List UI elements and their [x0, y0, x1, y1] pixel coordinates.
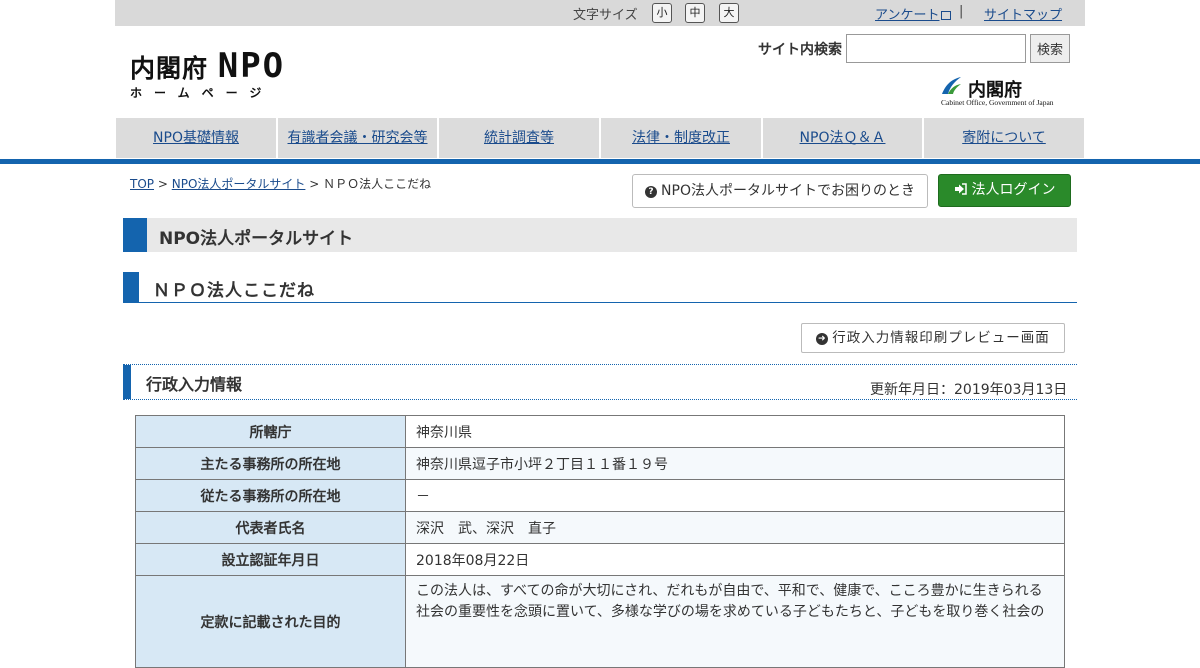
row-value: － — [405, 479, 1065, 512]
breadcrumb-top[interactable]: TOP — [130, 177, 154, 191]
font-size-large-button[interactable]: 大 — [719, 3, 739, 23]
table-row: 主たる事務所の所在地 神奈川県逗子市小坪２丁目１１番１９号 — [135, 447, 1065, 480]
arrow-circle-right-icon: ➜ — [816, 333, 829, 345]
header-divider — [0, 159, 1200, 164]
survey-link[interactable]: アンケート — [875, 4, 952, 23]
font-size-small-button[interactable]: 小 — [652, 3, 672, 23]
row-label: 従たる事務所の所在地 — [135, 479, 406, 512]
search-input[interactable] — [846, 34, 1026, 63]
search-button[interactable]: 検索 — [1030, 34, 1070, 63]
external-link-icon — [941, 11, 952, 20]
row-label: 主たる事務所の所在地 — [135, 447, 406, 480]
row-value: この法人は、すべての命が大切にされ、だれもが自由で、平和で、健康で、こころ豊かに… — [405, 575, 1065, 668]
separator: | — [959, 4, 964, 19]
nav-npo-basics[interactable]: NPO基礎情報 — [116, 118, 276, 158]
table-row: 代表者氏名 深沢 武、深沢 直子 — [135, 511, 1065, 544]
sign-in-icon — [954, 183, 967, 195]
font-size-medium-button[interactable]: 中 — [685, 3, 705, 23]
utility-bar: 文字サイズ 小 中 大 アンケート | サイトマップ — [115, 0, 1085, 26]
breadcrumb: TOP > NPO法人ポータルサイト > ＮＰＯ法人ここだね — [130, 177, 432, 191]
table-row: 所轄庁 神奈川県 — [135, 415, 1065, 448]
row-label: 所轄庁 — [135, 415, 406, 448]
sitemap-link[interactable]: サイトマップ — [984, 4, 1062, 23]
logo-text: 内閣府 — [130, 54, 209, 83]
table-row: 従たる事務所の所在地 － — [135, 479, 1065, 512]
nav-expert-meetings[interactable]: 有識者会議・研究会等 — [278, 118, 437, 158]
table-row: 定款に記載された目的 この法人は、すべての命が大切にされ、だれもが自由で、平和で… — [135, 575, 1065, 668]
row-value: 神奈川県逗子市小坪２丁目１１番１９号 — [405, 447, 1065, 480]
question-circle-icon: ? — [645, 186, 658, 198]
logo-subtitle: ホームページ — [130, 86, 274, 100]
cabinet-office-english: Cabinet Office, Government of Japan — [941, 98, 1054, 107]
global-nav: NPO基礎情報 有識者会議・研究会等 統計調査等 法律・制度改正 NPO法Ｑ＆Ａ… — [116, 118, 1084, 158]
nav-donation[interactable]: 寄附について — [924, 118, 1084, 158]
site-logo[interactable]: 内閣府 NPO ホームページ — [130, 46, 285, 101]
nav-npo-qa[interactable]: NPO法Ｑ＆Ａ — [763, 118, 922, 158]
row-value: 神奈川県 — [405, 415, 1065, 448]
admin-info-table: 所轄庁 神奈川県 主たる事務所の所在地 神奈川県逗子市小坪２丁目１１番１９号 従… — [135, 415, 1065, 668]
portal-heading: NPO法人ポータルサイト — [123, 218, 1077, 252]
corporation-heading: ＮＰＯ法人ここだね — [123, 272, 1077, 303]
corporation-login-button[interactable]: 法人ログイン — [938, 174, 1071, 207]
row-label: 代表者氏名 — [135, 511, 406, 544]
print-preview-button[interactable]: ➜ 行政入力情報印刷プレビュー画面 — [801, 323, 1065, 353]
updated-date: 更新年月日：2019年03月13日 — [870, 382, 1068, 398]
row-value: 深沢 武、深沢 直子 — [405, 511, 1065, 544]
breadcrumb-portal[interactable]: NPO法人ポータルサイト — [172, 177, 306, 191]
cabinet-office-emblem-icon — [942, 77, 961, 94]
row-label: 設立認証年月日 — [135, 543, 406, 576]
logo-npo: NPO — [217, 46, 286, 86]
breadcrumb-current: ＮＰＯ法人ここだね — [323, 177, 432, 191]
table-row: 設立認証年月日 2018年08月22日 — [135, 543, 1065, 576]
row-label: 定款に記載された目的 — [135, 575, 406, 668]
row-value: 2018年08月22日 — [405, 543, 1065, 576]
search-label: サイト内検索 — [758, 42, 842, 58]
nav-law-revision[interactable]: 法律・制度改正 — [601, 118, 761, 158]
font-size-label: 文字サイズ — [573, 8, 638, 23]
help-button[interactable]: ? NPO法人ポータルサイトでお困りのとき — [632, 174, 928, 208]
nav-statistics[interactable]: 統計調査等 — [439, 118, 599, 158]
